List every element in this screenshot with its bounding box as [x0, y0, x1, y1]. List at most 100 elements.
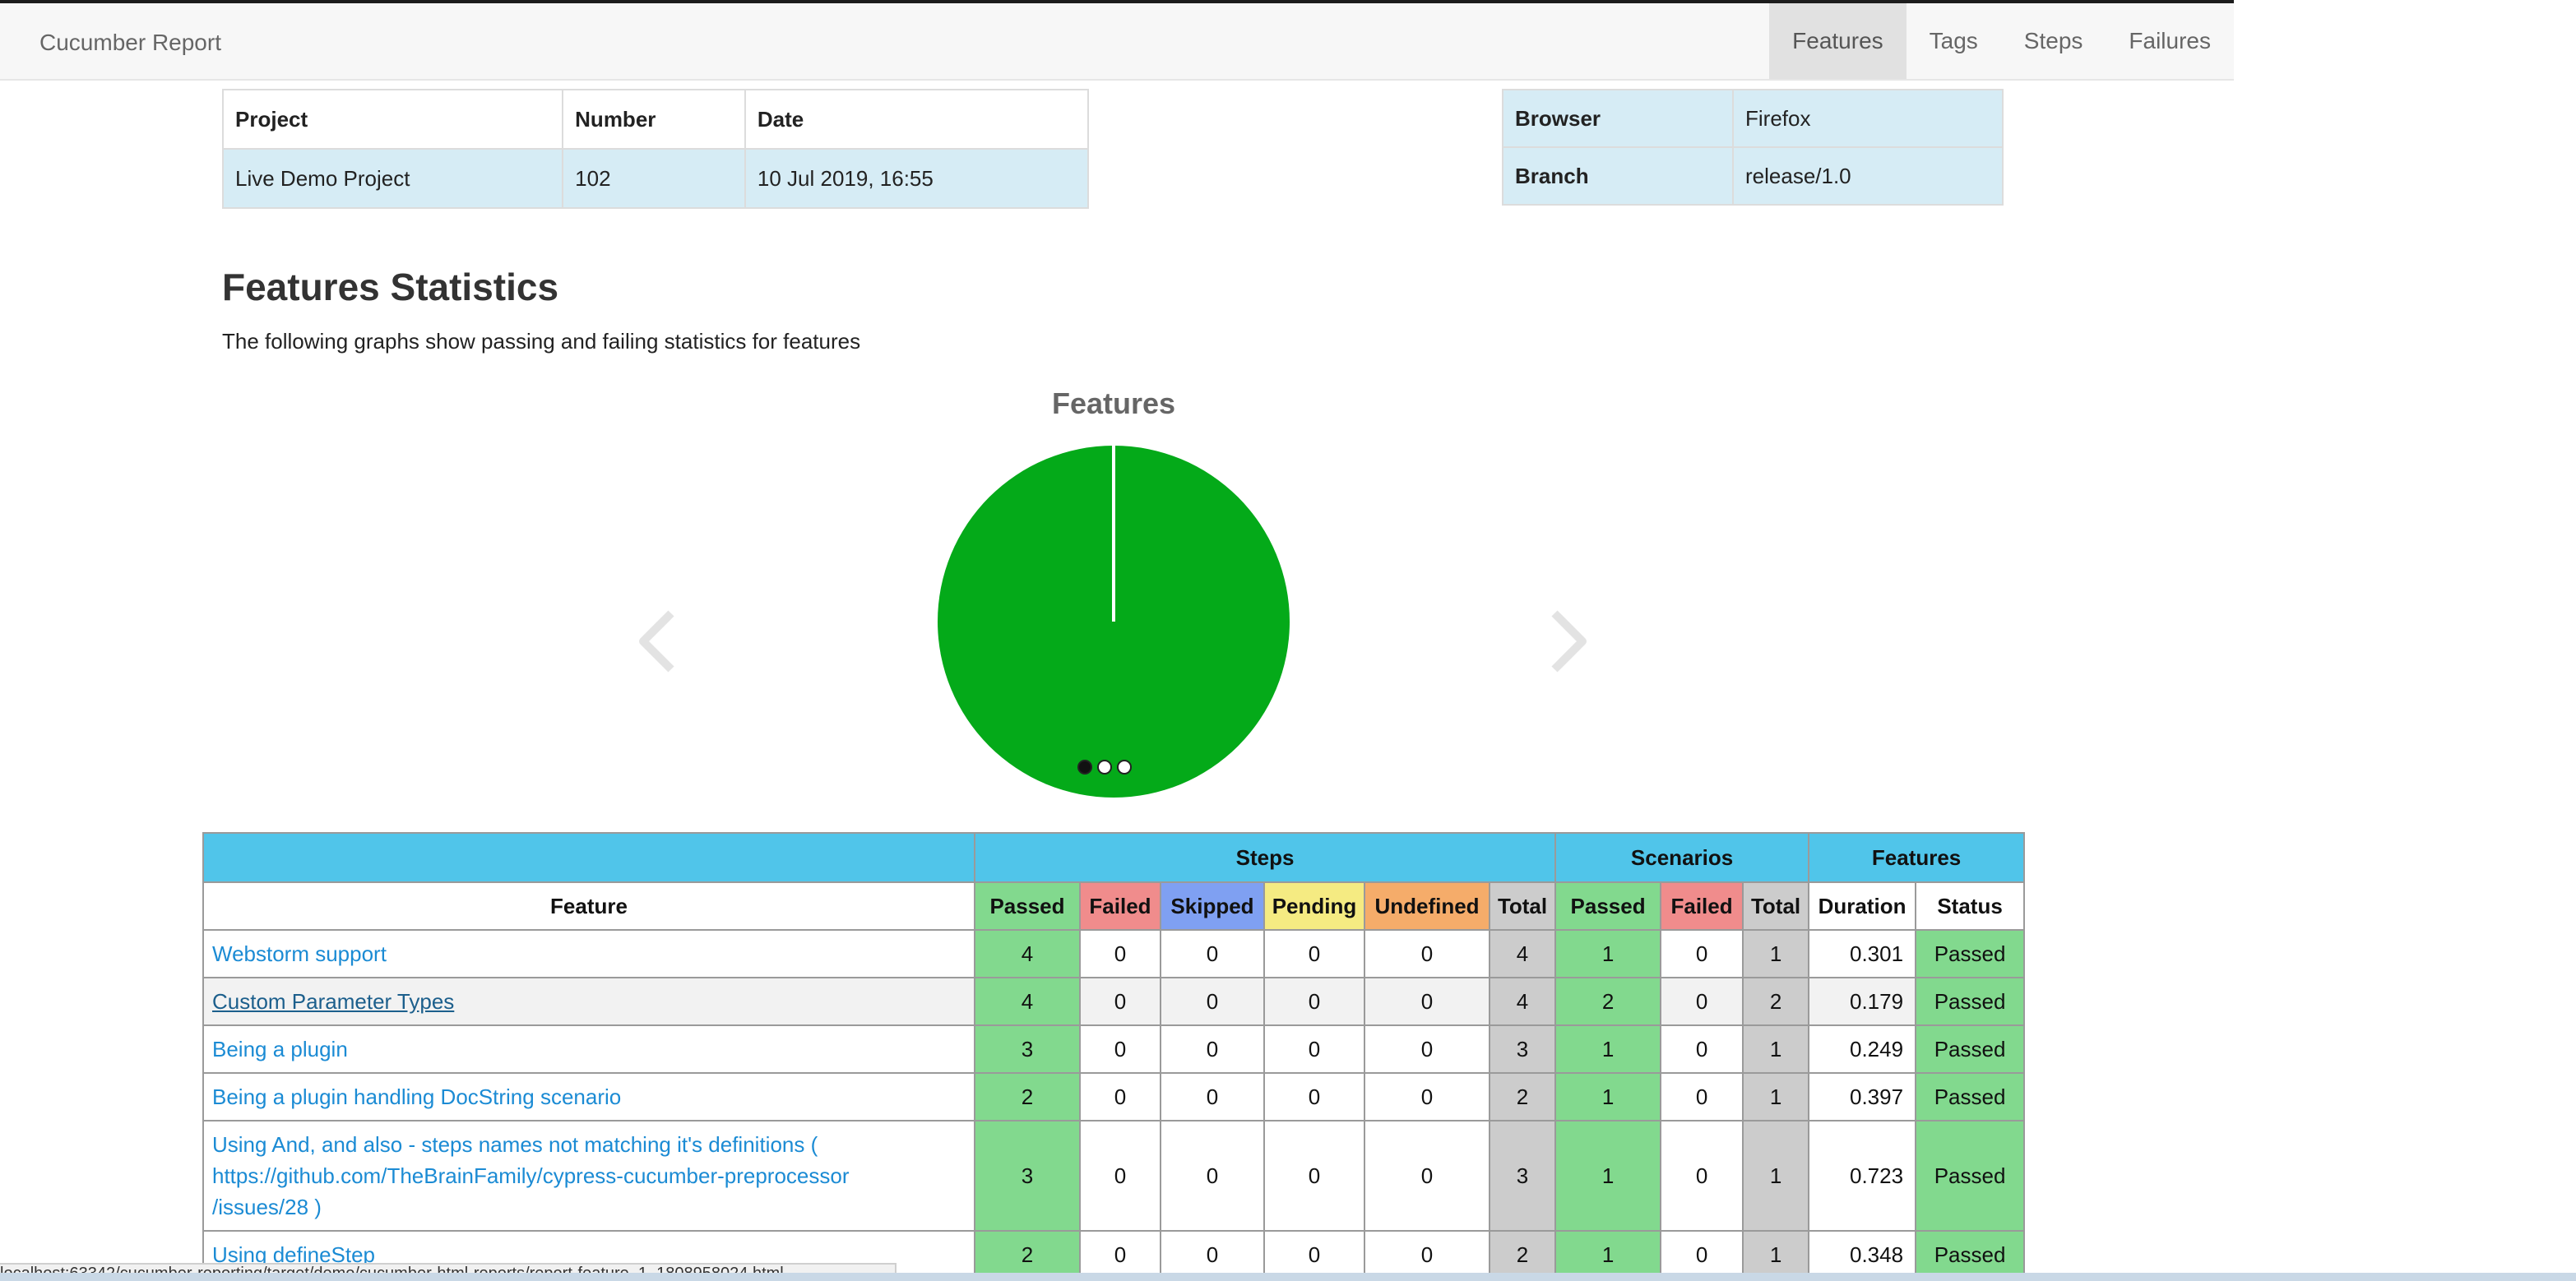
- scenarios-total: 2: [1742, 977, 1810, 1026]
- duration: 0.397: [1808, 1072, 1917, 1121]
- col-steps-total[interactable]: Total: [1488, 881, 1557, 931]
- scenarios-total: 1: [1742, 1072, 1810, 1121]
- table-row: Custom Parameter Types 4 0 0 0 0 4 2 0 2…: [202, 977, 2026, 1026]
- features-pie-chart[interactable]: [933, 441, 1295, 802]
- feature-link[interactable]: Webstorm support: [202, 929, 975, 978]
- carousel-next-icon[interactable]: [1543, 608, 1592, 674]
- feature-link[interactable]: Being a plugin: [202, 1024, 975, 1074]
- steps-passed: 4: [974, 977, 1081, 1026]
- feature-link[interactable]: Using And, and also - steps names not ma…: [202, 1120, 975, 1232]
- feature-link[interactable]: Custom Parameter Types: [202, 977, 975, 1026]
- branch-key: Branch: [1502, 146, 1734, 206]
- carousel-dot-3[interactable]: [1117, 760, 1132, 775]
- nav-features[interactable]: Features: [1769, 3, 1907, 79]
- scenarios-total: 1: [1742, 929, 1810, 978]
- steps-passed: 2: [974, 1072, 1081, 1121]
- status-badge: Passed: [1915, 1120, 2026, 1232]
- number-header: Number: [562, 89, 746, 150]
- steps-pending: 0: [1263, 929, 1365, 978]
- steps-undefined: 0: [1364, 929, 1490, 978]
- scenarios-passed: 1: [1554, 1230, 1662, 1279]
- status-badge: Passed: [1915, 1024, 2026, 1074]
- pie-slices: [938, 446, 1290, 798]
- navbar: Cucumber Report Features Tags Steps Fail…: [0, 3, 2234, 81]
- steps-failed: 0: [1079, 1072, 1161, 1121]
- scenarios-failed: 0: [1660, 929, 1744, 978]
- group-steps: Steps: [973, 832, 1557, 883]
- brand-title[interactable]: Cucumber Report: [39, 30, 221, 56]
- features-table: Steps Scenarios Features Feature Passed …: [202, 832, 2026, 1279]
- scenarios-total: 1: [1742, 1120, 1810, 1232]
- nav-failures[interactable]: Failures: [2106, 3, 2234, 79]
- steps-undefined: 0: [1364, 1024, 1490, 1074]
- steps-undefined: 0: [1364, 1120, 1490, 1232]
- col-feature[interactable]: Feature: [202, 881, 975, 931]
- steps-total: 2: [1488, 1072, 1557, 1121]
- status-badge: Passed: [1915, 1230, 2026, 1279]
- steps-skipped: 0: [1160, 1120, 1265, 1232]
- steps-skipped: 0: [1160, 929, 1265, 978]
- build-info-table: Project Number Date Live Demo Project 10…: [221, 89, 1090, 209]
- steps-skipped: 0: [1160, 1072, 1265, 1121]
- number-value: 102: [562, 148, 746, 209]
- steps-pending: 0: [1263, 1230, 1365, 1279]
- scenarios-passed: 1: [1554, 929, 1662, 978]
- stats-description: The following graphs show passing and fa…: [222, 329, 861, 354]
- steps-passed: 2: [974, 1230, 1081, 1279]
- steps-total: 4: [1488, 929, 1557, 978]
- scenarios-failed: 0: [1660, 1230, 1744, 1279]
- col-scenarios-passed[interactable]: Passed: [1554, 881, 1662, 931]
- status-badge: Passed: [1915, 977, 2026, 1026]
- duration: 0.179: [1808, 977, 1917, 1026]
- steps-undefined: 0: [1364, 977, 1490, 1026]
- col-steps-skipped[interactable]: Skipped: [1160, 881, 1265, 931]
- duration: 0.249: [1808, 1024, 1917, 1074]
- col-duration[interactable]: Duration: [1808, 881, 1917, 931]
- scenarios-total: 1: [1742, 1230, 1810, 1279]
- steps-undefined: 0: [1364, 1230, 1490, 1279]
- steps-failed: 0: [1079, 1230, 1161, 1279]
- scenarios-passed: 2: [1554, 977, 1662, 1026]
- steps-total: 4: [1488, 977, 1557, 1026]
- steps-total: 2: [1488, 1230, 1557, 1279]
- nav-menu: Features Tags Steps Failures: [1769, 3, 2234, 79]
- scenarios-passed: 1: [1554, 1024, 1662, 1074]
- steps-passed: 3: [974, 1024, 1081, 1074]
- col-steps-undefined[interactable]: Undefined: [1364, 881, 1490, 931]
- steps-failed: 0: [1079, 1120, 1161, 1232]
- col-scenarios-total[interactable]: Total: [1742, 881, 1810, 931]
- steps-skipped: 0: [1160, 977, 1265, 1026]
- steps-failed: 0: [1079, 1024, 1161, 1074]
- stats-title: Features Statistics: [222, 266, 559, 308]
- col-steps-failed[interactable]: Failed: [1079, 881, 1161, 931]
- col-steps-passed[interactable]: Passed: [974, 881, 1081, 931]
- date-header: Date: [744, 89, 1090, 150]
- steps-pending: 0: [1263, 977, 1365, 1026]
- steps-undefined: 0: [1364, 1072, 1490, 1121]
- steps-passed: 4: [974, 929, 1081, 978]
- table-row: Using And, and also - steps names not ma…: [202, 1120, 2026, 1232]
- col-status[interactable]: Status: [1915, 881, 2026, 931]
- scenarios-failed: 0: [1660, 1120, 1744, 1232]
- col-scenarios-failed[interactable]: Failed: [1660, 881, 1744, 931]
- chart-title: Features: [1051, 386, 1176, 420]
- steps-pending: 0: [1263, 1120, 1365, 1232]
- steps-failed: 0: [1079, 929, 1161, 978]
- duration: 0.723: [1808, 1120, 1917, 1232]
- nav-tags[interactable]: Tags: [1907, 3, 2001, 79]
- feature-link[interactable]: Being a plugin handling DocString scenar…: [202, 1072, 975, 1121]
- group-empty: [202, 832, 975, 883]
- scenarios-passed: 1: [1554, 1072, 1662, 1121]
- carousel-dot-2[interactable]: [1097, 760, 1112, 775]
- nav-steps[interactable]: Steps: [2001, 3, 2106, 79]
- scenarios-passed: 1: [1554, 1120, 1662, 1232]
- scenarios-failed: 0: [1660, 977, 1744, 1026]
- carousel-prev-icon[interactable]: [633, 608, 683, 674]
- status-badge: Passed: [1915, 929, 2026, 978]
- status-badge: Passed: [1915, 1072, 2026, 1121]
- scenarios-total: 1: [1742, 1024, 1810, 1074]
- project-header: Project: [221, 89, 564, 150]
- environment-table: Browser Firefox Branch release/1.0: [1502, 89, 2004, 206]
- col-steps-pending[interactable]: Pending: [1263, 881, 1365, 931]
- carousel-dot-1[interactable]: [1077, 760, 1092, 775]
